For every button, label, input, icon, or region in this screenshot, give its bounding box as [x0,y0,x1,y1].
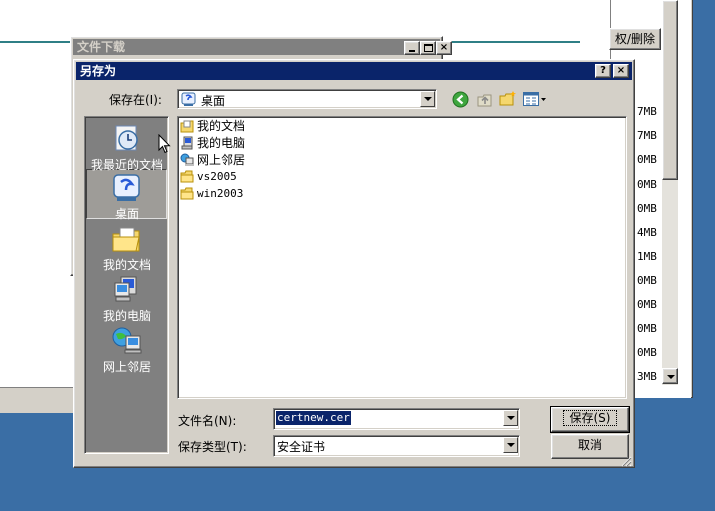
place-network[interactable]: 网上邻居 [86,326,168,375]
filename-dropdown-button[interactable] [503,410,518,426]
filename-label: 文件名(N): [178,414,237,428]
save-in-combo[interactable]: 桌面 [177,89,437,109]
file-item-label: win2003 [197,187,244,200]
place-my-documents[interactable]: 我的文档 [86,224,168,273]
size-cell: 4MB [637,226,657,239]
file-item-label: vs2005 [197,170,237,183]
cancel-button[interactable]: 取消 [551,434,629,459]
place-label: 桌面 [114,207,139,221]
save-as-titlebar[interactable]: 另存为 [76,62,632,80]
file-item-vs2005[interactable]: vs2005 [180,168,237,185]
network-places-icon [112,327,142,354]
my-documents-icon [112,227,140,252]
size-list-scrollbar[interactable] [662,0,678,385]
size-cell: 0MB [637,153,657,166]
file-item-label: 我的电脑 [197,136,246,150]
size-cell: 7MB [637,129,657,142]
place-label: 我的电脑 [102,309,151,323]
minimize-button[interactable] [404,41,420,55]
file-download-title: 文件下载 [77,40,126,54]
my-computer-icon [114,276,137,302]
filetype-dropdown-button[interactable] [503,437,518,453]
save-in-label: 保存在(I): [109,93,162,107]
filetype-select[interactable]: 安全证书 [273,435,520,457]
place-my-computer[interactable]: 我的电脑 [86,275,168,324]
scroll-down-button[interactable] [662,368,678,384]
save-button-label: 保存(S) [562,410,618,426]
file-item-my-documents[interactable]: 我的文档 [180,117,245,134]
file-item-network[interactable]: 网上邻居 [180,151,245,168]
recent-docs-icon [115,125,138,151]
place-label: 我的文档 [102,258,151,272]
size-cell: 3MB [637,370,657,383]
place-desktop[interactable]: 桌面 [86,173,168,222]
size-cell: 0MB [637,202,657,215]
filename-input[interactable]: certnew.cer [273,408,520,430]
my-computer-icon [181,136,193,149]
filetype-label: 保存类型(T): [178,440,247,454]
new-folder-icon[interactable] [499,90,517,110]
size-cell: 0MB [637,322,657,335]
help-button[interactable]: ? [595,64,611,78]
mouse-cursor-icon [158,133,171,158]
file-item-win2003[interactable]: win2003 [180,185,243,202]
save-in-dropdown-button[interactable] [420,91,435,107]
file-item-label: 我的文档 [197,119,246,133]
close-button[interactable]: × [436,41,452,55]
save-in-value: 桌面 [201,94,226,108]
place-label: 我最近的文档 [90,158,163,172]
view-menu-icon[interactable] [523,92,547,110]
save-button[interactable]: 保存(S) [550,406,630,433]
file-item-my-computer[interactable]: 我的电脑 [180,134,245,151]
scrollbar-thumb[interactable] [662,0,678,180]
network-places-icon [180,153,194,166]
file-item-label: 网上邻居 [197,153,246,167]
desktop-icon [181,91,197,110]
size-cell: 0MB [637,274,657,287]
size-cell: 0MB [637,346,657,359]
filename-value: certnew.cer [276,411,351,425]
my-documents-icon [180,120,194,132]
place-recent-docs[interactable]: 我最近的文档 [86,122,168,173]
desktop-icon [113,174,140,201]
delete-permissions-button[interactable]: 权/删除 [609,28,661,50]
save-as-dialog: 另存为 ? × 保存在(I): 桌面 我最近的文档 桌面 我的文档 我的电脑 网… [73,59,635,468]
file-download-titlebar[interactable]: 文件下载 [73,39,440,55]
back-icon[interactable] [452,91,469,111]
folder-icon [180,170,194,183]
up-folder-icon[interactable] [476,91,493,111]
size-cell: 0MB [637,178,657,191]
size-cell: 1MB [637,250,657,263]
size-grip-icon[interactable] [620,455,632,470]
save-as-title: 另存为 [80,64,117,78]
size-cell: 0MB [637,298,657,311]
size-cell: 7MB [637,105,657,118]
dialog-close-button[interactable]: × [613,64,629,78]
folder-icon [180,187,194,200]
filetype-value: 安全证书 [277,440,326,454]
maximize-button[interactable] [420,41,436,55]
place-label: 网上邻居 [102,360,151,374]
